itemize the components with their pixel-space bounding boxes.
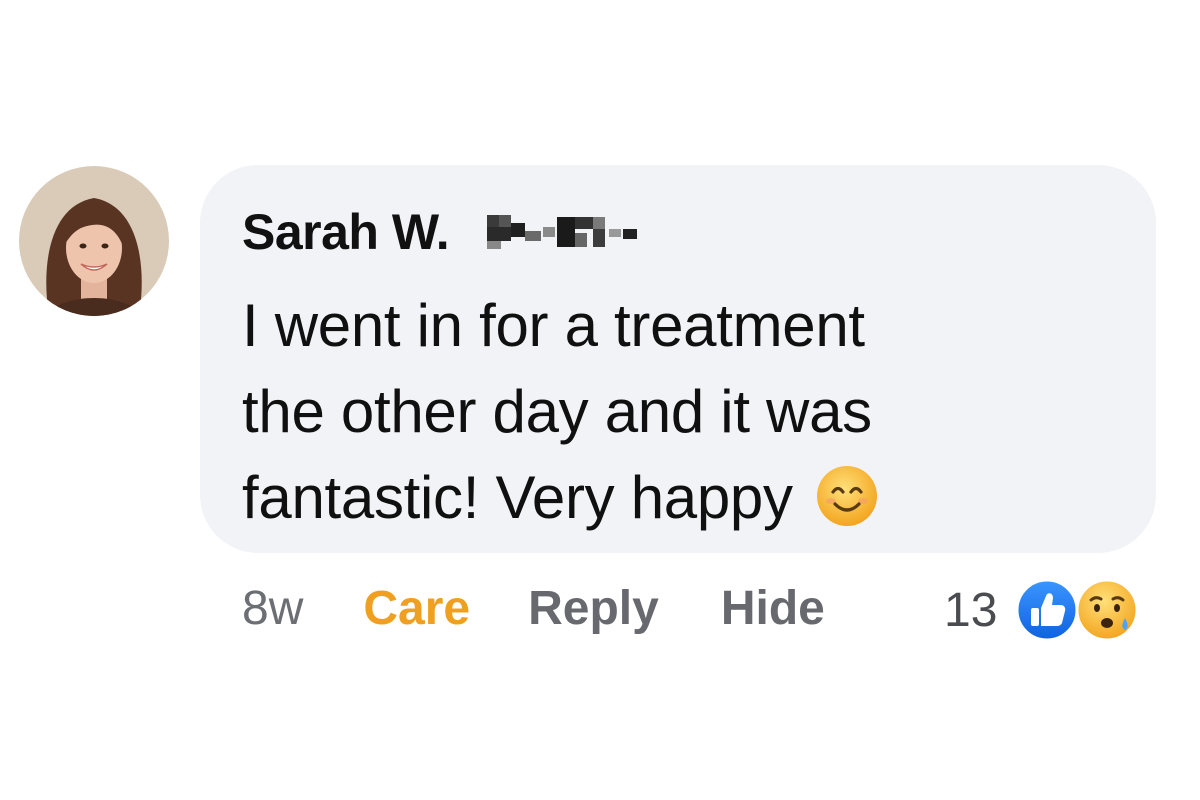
timestamp[interactable]: 8w [242,581,303,636]
reactions-summary[interactable]: 13 [944,578,1141,642]
comment-card: Sarah W. I went in for a treatment the o… [0,0,1200,800]
comment-line-with-emoji: fantastic! Very happy [242,455,1062,541]
redacted-badge [483,209,653,255]
comment-bubble: Sarah W. I went in for a treatment the o… [200,165,1156,553]
reaction-count: 13 [944,583,998,637]
comment-actions: 8w Care Reply Hide [242,578,825,638]
smiling-face-emoji-icon [815,464,879,528]
care-reaction-button[interactable]: Care [363,581,470,636]
like-icon [1015,578,1079,642]
comment-text: I went in for a treatment the other day … [242,283,1062,541]
comment-line: I went in for a treatment [242,292,865,359]
reply-button[interactable]: Reply [528,581,659,636]
comment-line-text: fantastic! Very happy [242,464,793,531]
comment-line: the other day and it was [242,378,872,445]
avatar[interactable] [19,166,169,316]
hide-button[interactable]: Hide [721,581,825,636]
author-row: Sarah W. [242,201,1116,263]
reaction-icons [1015,578,1141,642]
author-name[interactable]: Sarah W. [242,203,450,261]
sad-face-icon [1075,578,1141,642]
